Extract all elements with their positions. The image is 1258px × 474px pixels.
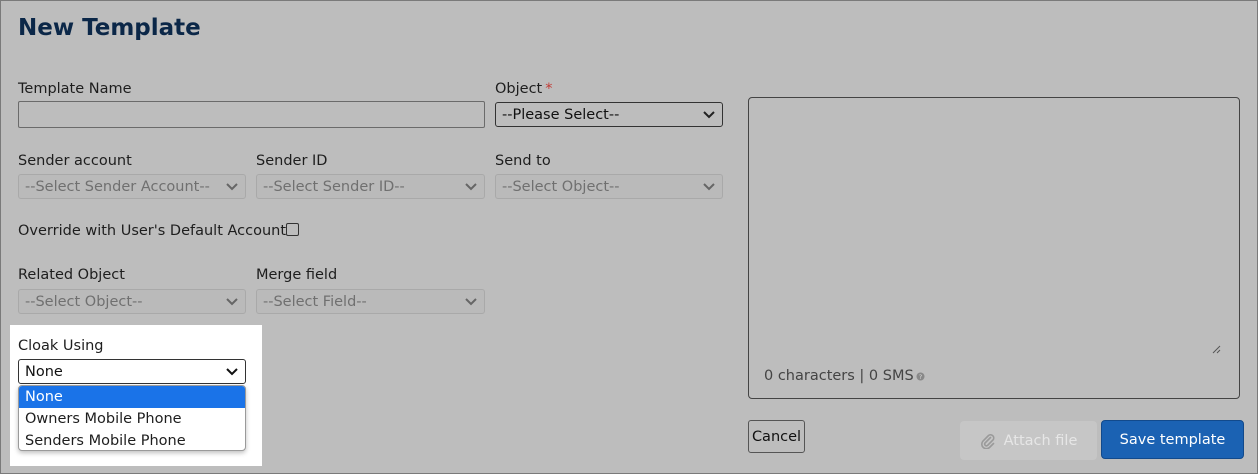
dropdown-option-senders-mobile-phone[interactable]: Senders Mobile Phone: [19, 430, 245, 450]
save-template-button[interactable]: Save template: [1101, 420, 1244, 459]
dropdown-option-owners-mobile-phone[interactable]: Owners Mobile Phone: [19, 408, 245, 430]
sender-account-select-value: --Select Sender Account--: [25, 178, 210, 195]
attach-file-button[interactable]: Attach file: [960, 421, 1097, 460]
resize-grip-icon[interactable]: [1212, 345, 1221, 354]
object-label-text: Object: [495, 81, 543, 97]
object-select[interactable]: --Please Select--: [495, 102, 723, 127]
template-name-label: Template Name: [18, 81, 132, 97]
cloak-using-label: Cloak Using: [18, 338, 104, 354]
sender-id-select-value: --Select Sender ID--: [263, 178, 405, 195]
override-checkbox[interactable]: [286, 223, 299, 236]
merge-field-select[interactable]: --Select Field--: [256, 289, 485, 314]
object-select-value: --Please Select--: [502, 106, 620, 123]
svg-text:?: ?: [918, 373, 921, 381]
chevron-down-icon: [226, 182, 238, 190]
chevron-down-icon: [226, 297, 238, 305]
cloak-using-dropdown-list: None Owners Mobile Phone Senders Mobile …: [18, 385, 246, 451]
message-textarea[interactable]: 0 characters | 0 SMS ?: [748, 97, 1240, 399]
cancel-button[interactable]: Cancel: [748, 420, 805, 453]
new-template-page: New Template Template Name Object * --Ple…: [0, 0, 1258, 474]
chevron-down-icon: [465, 297, 477, 305]
sender-account-select[interactable]: --Select Sender Account--: [18, 174, 246, 199]
send-to-select[interactable]: --Select Object--: [495, 174, 723, 199]
cloak-using-select[interactable]: None: [18, 359, 246, 384]
sender-id-label: Sender ID: [256, 153, 328, 169]
sender-id-select[interactable]: --Select Sender ID--: [256, 174, 485, 199]
sender-account-label: Sender account: [18, 153, 132, 169]
page-title: New Template: [18, 15, 201, 41]
merge-field-label: Merge field: [256, 267, 338, 283]
chevron-down-icon: [226, 367, 238, 375]
chevron-down-icon: [703, 110, 715, 118]
required-marker: *: [545, 81, 553, 97]
chevron-down-icon: [465, 182, 477, 190]
paperclip-icon: [980, 433, 995, 449]
related-object-select-value: --Select Object--: [25, 293, 143, 310]
help-icon[interactable]: ?: [916, 372, 925, 381]
character-counter: 0 characters | 0 SMS ?: [764, 368, 925, 384]
dropdown-option-none[interactable]: None: [19, 386, 245, 408]
merge-field-select-value: --Select Field--: [263, 293, 367, 310]
attach-file-label: Attach file: [1003, 432, 1078, 449]
related-object-label: Related Object: [18, 267, 125, 283]
cloak-using-select-value: None: [25, 363, 63, 380]
character-counter-text: 0 characters | 0 SMS: [764, 368, 914, 384]
send-to-select-value: --Select Object--: [502, 178, 620, 195]
related-object-select[interactable]: --Select Object--: [18, 289, 246, 314]
chevron-down-icon: [703, 182, 715, 190]
template-name-input[interactable]: [18, 101, 485, 128]
override-label: Override with User's Default Account:: [18, 223, 291, 239]
send-to-label: Send to: [495, 153, 551, 169]
object-label: Object *: [495, 81, 552, 97]
